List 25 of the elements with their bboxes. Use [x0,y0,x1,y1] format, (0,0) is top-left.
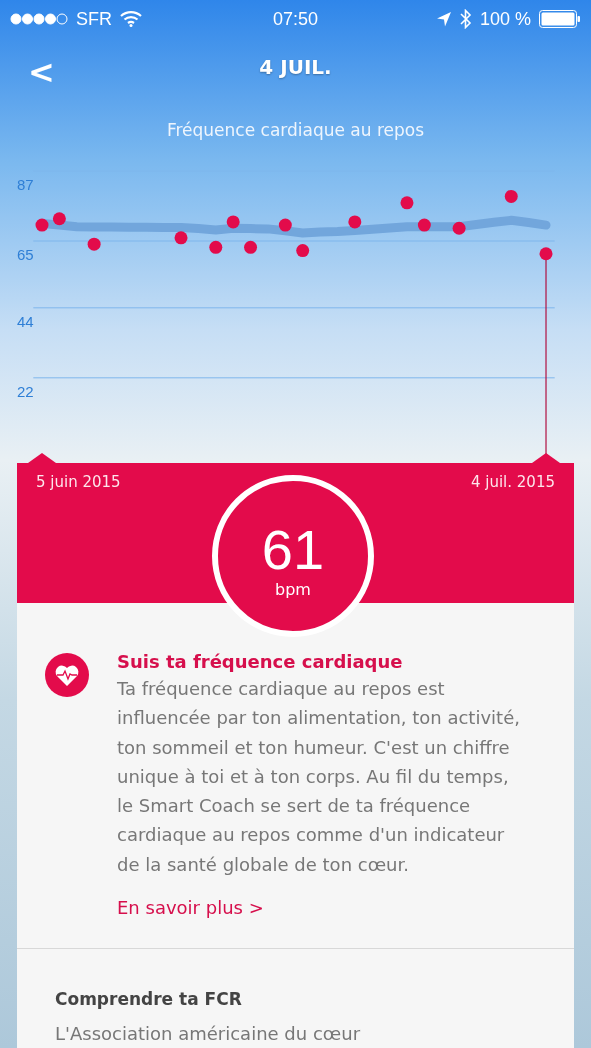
date-label: 4 juil. 2015 [470,473,555,491]
clock: 07:50 [271,8,319,30]
date-label: 5 juin 2015 [36,473,121,491]
axis-tick-label: 22 [17,382,34,400]
info-title: Suis ta fréquence cardiaque [117,651,404,672]
axis-tick-label: 65 [17,246,34,263]
reading-unit: bpm [275,579,311,599]
wifi-icon [120,11,142,27]
section-paragraph: L'Association américaine du cœur [55,1023,362,1045]
section-title: Comprendre ta FCR [55,989,243,1010]
heart-rate-icon [45,653,89,697]
learn-more-link[interactable]: En savoir plus > [117,897,264,919]
back-button[interactable]: < [24,52,59,92]
location-icon [435,11,452,27]
axis-tick-label: 87 [17,176,34,193]
axis-tick-label: 44 [17,312,34,330]
chart-title: Fréquence cardiaque au repos [165,119,426,142]
battery-percent: 100 % [479,8,531,30]
bluetooth-icon [459,9,472,29]
carrier: SFR [76,8,112,30]
reading-value: 61 [261,519,325,580]
info-paragraph: Ta fréquence cardiaque au repos est influencée par ton alimentation, ton activité, ton sommeil et ton humeur. C'est un chiffre unique à toi et à ton corps. Au fil du temps, le Smart Coach se sert de ta fréquence cardiaque au repos comme d'un indicateur de la santé globale de ton cœur. [117,677,521,877]
signal-icon [10,13,68,25]
battery-icon [539,10,581,28]
screen-title: 4 JUIL. [259,55,332,79]
